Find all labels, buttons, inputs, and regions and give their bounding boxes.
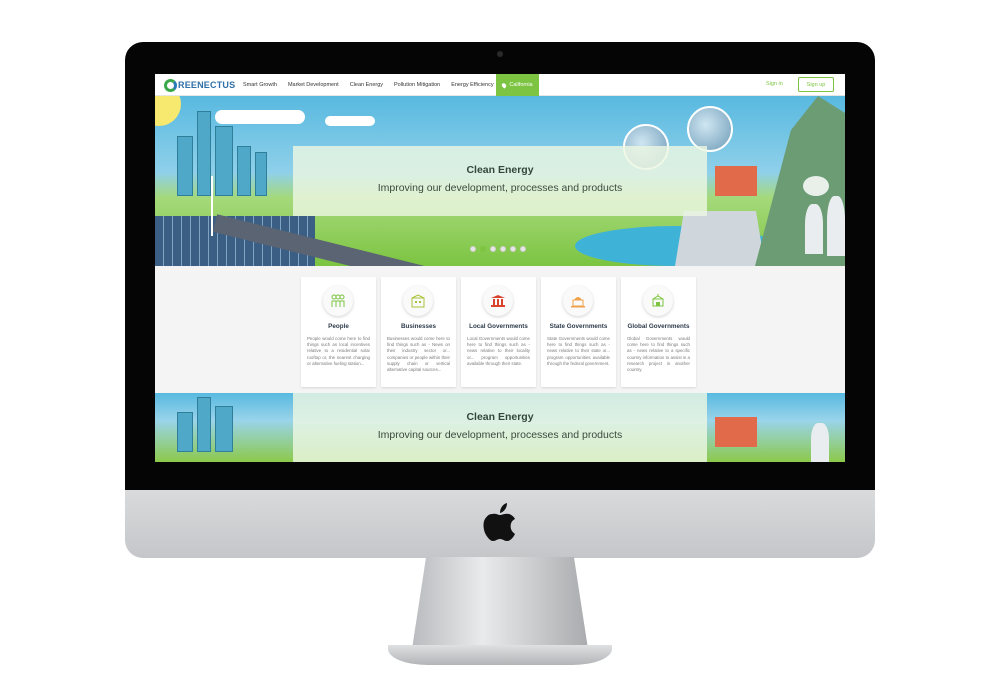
local-government-icon: [483, 286, 513, 316]
greenectus-logo[interactable]: REENECTUS: [164, 78, 235, 92]
card-title: People: [328, 323, 349, 330]
card-global-governments[interactable]: Global Governments Global Governments wo…: [621, 277, 696, 387]
hero-subtitle: Improving our development, processes and…: [377, 182, 623, 194]
card-title: State Governments: [549, 323, 608, 330]
carousel-dots: [470, 246, 530, 252]
carousel-dot[interactable]: [490, 246, 496, 252]
location-selector[interactable]: California: [496, 74, 539, 96]
card-state-governments[interactable]: State Governments State Governments woul…: [541, 277, 616, 387]
imac-stand: [412, 557, 588, 649]
card-text: People would come here to find things su…: [307, 336, 370, 366]
hero-banner-2: Clean Energy Improving our development, …: [293, 393, 707, 462]
audience-cards: People People would come here to find th…: [301, 277, 701, 387]
cooling-tower-illustration: [827, 196, 845, 256]
building-illustration: [215, 126, 233, 196]
logo-g-icon: [164, 78, 177, 92]
signup-button[interactable]: Sign up: [798, 77, 834, 92]
building-illustration: [177, 136, 193, 196]
logo-text: REENECTUS: [178, 80, 236, 90]
dam-illustration: [675, 211, 765, 266]
cloud-illustration: [215, 110, 305, 124]
cloud-illustration: [325, 116, 375, 126]
nav-link-smart-growth[interactable]: Smart Growth: [243, 82, 277, 88]
business-icon: [403, 286, 433, 316]
signin-link[interactable]: Sign in: [766, 81, 783, 87]
building-illustration: [215, 406, 233, 452]
carousel-dot[interactable]: [510, 246, 516, 252]
carousel-dot-active[interactable]: [480, 246, 486, 252]
card-businesses[interactable]: Businesses Businesses would come here to…: [381, 277, 456, 387]
building-illustration: [197, 397, 211, 452]
building-illustration: [177, 412, 193, 452]
hero-title: Clean Energy: [466, 164, 534, 176]
imac-mockup: REENECTUS Smart Growth Market Developmen…: [0, 0, 1000, 700]
website-screen: REENECTUS Smart Growth Market Developmen…: [155, 74, 845, 462]
global-government-icon: [643, 286, 673, 316]
wind-turbine-illustration: [211, 176, 213, 236]
hero-subtitle: Improving our development, processes and…: [377, 429, 623, 441]
nav-link-pollution-mitigation[interactable]: Pollution Mitigation: [394, 82, 440, 88]
carousel-dot[interactable]: [500, 246, 506, 252]
nav-link-energy-efficiency[interactable]: Energy Efficiency: [451, 82, 493, 88]
smoke-illustration: [803, 176, 829, 196]
card-title: Local Governments: [469, 323, 528, 330]
hero-banner: Clean Energy Improving our development, …: [293, 146, 707, 216]
nav-link-market-development[interactable]: Market Development: [288, 82, 339, 88]
carousel-dot[interactable]: [520, 246, 526, 252]
nav-link-clean-energy[interactable]: Clean Energy: [350, 82, 383, 88]
building-illustration: [237, 146, 251, 196]
building-illustration: [255, 152, 267, 196]
apple-logo-icon: [483, 503, 515, 541]
card-local-governments[interactable]: Local Governments Local Governments woul…: [461, 277, 536, 387]
people-icon: [323, 286, 353, 316]
card-text: Local Governments would come here to fin…: [467, 336, 530, 366]
hero-carousel: Clean Energy Improving our development, …: [155, 96, 845, 266]
top-navbar: REENECTUS Smart Growth Market Developmen…: [155, 74, 845, 96]
camera-icon: [497, 51, 503, 57]
location-label: California: [509, 82, 533, 88]
card-text: State Governments would come here to fin…: [547, 336, 610, 366]
card-text: Global Governments would come here to fi…: [627, 336, 690, 373]
carousel-dot[interactable]: [470, 246, 476, 252]
imac-chin: [125, 490, 875, 558]
sun-illustration: [155, 96, 181, 126]
factory-illustration: [715, 417, 757, 447]
nav-links: Smart Growth Market Development Clean En…: [243, 74, 505, 96]
location-pin-icon: [501, 81, 508, 89]
hero-title: Clean Energy: [466, 411, 534, 423]
state-government-icon: [563, 286, 593, 316]
building-illustration: [197, 111, 211, 196]
card-title: Global Governments: [627, 323, 690, 330]
hero-section-2: Clean Energy Improving our development, …: [155, 393, 845, 462]
card-title: Businesses: [400, 323, 436, 330]
cooling-tower-illustration: [811, 423, 829, 462]
card-people[interactable]: People People would come here to find th…: [301, 277, 376, 387]
imac-foot: [388, 645, 612, 665]
factory-illustration: [715, 166, 757, 196]
card-text: Businesses would come here to find thing…: [387, 336, 450, 373]
cooling-tower-illustration: [805, 204, 823, 254]
